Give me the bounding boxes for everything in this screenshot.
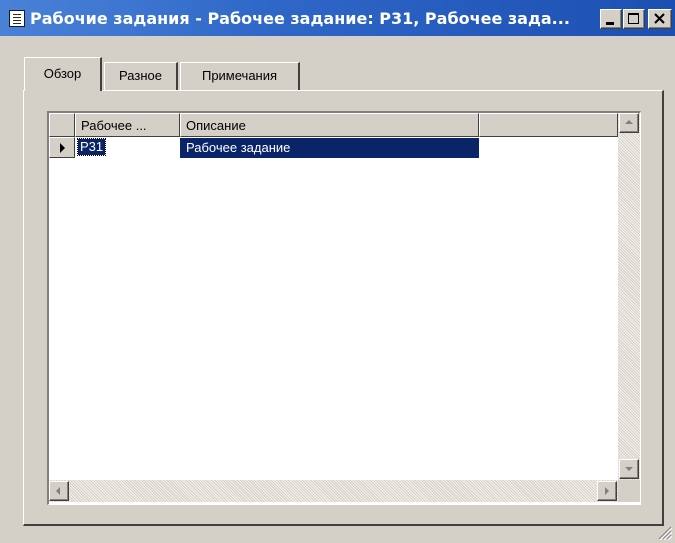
scroll-up-button[interactable]	[619, 113, 639, 133]
arrow-down-icon	[625, 467, 633, 471]
arrow-left-icon	[56, 487, 60, 495]
arrow-right-icon	[605, 487, 609, 495]
tab-misc-label: Разное	[119, 68, 162, 83]
column-header-code[interactable]: Рабочее ...	[75, 113, 180, 137]
maximize-button[interactable]	[623, 9, 645, 29]
close-button[interactable]	[648, 9, 672, 29]
close-icon	[654, 13, 665, 24]
row-selector[interactable]	[49, 137, 75, 158]
records-grid[interactable]: Рабочее ... Описание Р31 Рабочее задание	[47, 111, 641, 505]
scroll-down-button[interactable]	[619, 459, 639, 479]
column-header-description-label: Описание	[186, 118, 246, 133]
tab-misc[interactable]: Разное	[104, 62, 178, 90]
tab-overview[interactable]: Обзор	[24, 57, 102, 91]
horizontal-scrollbar[interactable]	[49, 480, 618, 502]
column-header-code-label: Рабочее ...	[81, 118, 147, 133]
grid-corner-header[interactable]	[49, 113, 75, 137]
minimize-button[interactable]	[600, 9, 622, 29]
tab-notes[interactable]: Примечания	[180, 62, 300, 90]
form-icon[interactable]	[9, 10, 25, 27]
table-cell-code[interactable]: Р31	[76, 138, 180, 158]
scroll-right-button[interactable]	[597, 481, 617, 501]
scrollbar-corner	[618, 480, 640, 502]
current-row-arrow-icon	[60, 143, 65, 153]
minimize-icon	[606, 22, 614, 25]
column-header-description[interactable]: Описание	[180, 113, 479, 137]
window-title: Рабочие задания - Рабочее задание: Р31, …	[30, 9, 570, 28]
vertical-scrollbar[interactable]	[618, 113, 640, 480]
cell-description-value: Рабочее задание	[186, 140, 291, 155]
cell-code-value: Р31	[76, 138, 107, 156]
application-window: Рабочие задания - Рабочее задание: Р31, …	[0, 0, 675, 543]
table-cell-description[interactable]: Рабочее задание	[180, 138, 479, 158]
scroll-left-button[interactable]	[49, 481, 69, 501]
resize-grip-icon[interactable]	[655, 523, 673, 541]
title-bar[interactable]: Рабочие задания - Рабочее задание: Р31, …	[0, 0, 675, 36]
tab-notes-label: Примечания	[201, 68, 278, 83]
arrow-up-icon	[625, 120, 633, 124]
maximize-icon	[628, 13, 639, 24]
tab-overview-label: Обзор	[43, 66, 82, 81]
column-header-empty	[479, 113, 618, 137]
